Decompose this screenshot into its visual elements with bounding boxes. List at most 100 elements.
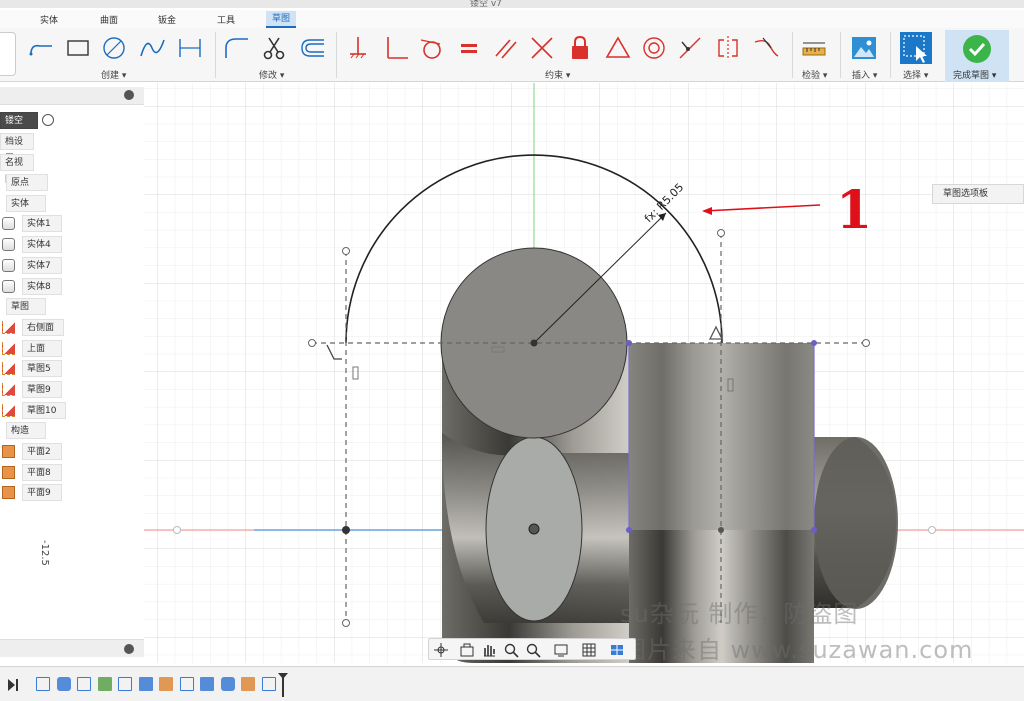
grid-settings-icon[interactable] [581,642,597,658]
zoom-icon[interactable] [503,642,519,658]
browser-item-sketches[interactable]: 草图 [6,298,46,315]
timeline-body-icon[interactable] [220,677,235,691]
timeline-sketch-icon[interactable] [118,677,132,691]
sketch-canvas[interactable]: fx: R5.05 [144,83,1024,663]
add-icon[interactable] [124,644,134,654]
browser-item-top-face[interactable]: 上面 [22,340,62,357]
timeline-fillet-icon[interactable] [159,677,173,691]
timeline-body-icon[interactable] [56,677,71,691]
perpendicular-icon[interactable] [382,34,410,62]
timeline [0,666,1024,701]
midpoint-icon[interactable] [528,34,556,62]
create-group-label[interactable]: 创建 ▾ [101,68,126,81]
timeline-sketch-icon[interactable] [179,677,194,691]
triangle-constraint-icon[interactable] [604,34,632,62]
browser-item-right-face[interactable]: 右侧面 [22,319,64,336]
offset-icon[interactable] [298,34,326,62]
browser-document-node[interactable]: 镂空 v7 [0,112,38,143]
browser-item-origin[interactable]: 原点 [6,174,48,191]
finish-sketch-button[interactable]: 完成草图 ▾ [945,30,1009,82]
insert-group-label[interactable]: 插入 ▾ [852,68,877,81]
browser-item-doc-settings[interactable]: 档设置 [0,133,34,164]
sketch-icon[interactable] [2,321,15,334]
play-end-icon[interactable] [8,679,18,691]
timeline-combine-icon[interactable] [138,677,153,691]
plane-icon[interactable] [2,445,15,458]
equal-icon[interactable] [455,34,483,62]
sketch-icon[interactable] [2,362,15,375]
browser-item-plane-2[interactable]: 平面2 [22,443,62,460]
body-icon[interactable] [2,280,15,293]
body-icon[interactable] [2,259,15,272]
browser-item-body-1[interactable]: 实体1 [22,215,62,232]
activate-radio-icon[interactable] [42,114,54,126]
timeline-combine-icon[interactable] [200,677,214,691]
measure-ruler-icon[interactable] [800,34,828,62]
fix-constraint-icon[interactable] [344,34,372,62]
tangent-icon[interactable] [418,34,446,62]
body-icon[interactable] [2,238,15,251]
plane-icon[interactable] [2,486,15,499]
spline-icon[interactable] [138,34,166,62]
browser-item-plane-9[interactable]: 平面9 [22,484,62,501]
insert-image-icon[interactable] [850,34,878,62]
rectangle-icon[interactable] [64,34,92,62]
browser-item-body-7[interactable]: 实体7 [22,257,62,274]
pan-hand-icon[interactable] [481,642,497,658]
sketch-icon[interactable] [2,342,15,355]
browser-header [0,87,144,105]
navigation-bar [428,638,636,660]
sketch-icon[interactable] [2,404,15,417]
timeline-marker-icon[interactable] [278,673,288,697]
browser-item-body-8[interactable]: 实体8 [22,278,62,295]
zoom-window-icon[interactable] [525,642,541,658]
body-icon[interactable] [2,217,15,230]
plane-icon[interactable] [2,466,15,479]
tab-sketch[interactable]: 草图 [266,11,297,28]
browser-item-construction[interactable]: 构造 [6,422,46,439]
browser-item-plane-8[interactable]: 平面8 [22,464,62,481]
browser-item-sketch-10[interactable]: 草图10 [22,402,66,419]
concentric-icon[interactable] [640,34,668,62]
data-panel-toggle[interactable] [0,32,16,76]
sketch-palette-label: 草图选项板 [943,189,989,199]
display-settings-icon[interactable] [553,642,569,658]
timeline-sketch-icon[interactable] [261,677,276,691]
tab-solid[interactable]: 实体 [40,13,58,26]
modify-group-label[interactable]: 修改 ▾ [259,68,284,81]
collapse-icon[interactable] [124,90,134,100]
viewports-icon[interactable] [609,642,625,658]
browser-item-bodies[interactable]: 实体 [6,195,46,212]
parallel-icon[interactable] [492,34,520,62]
browser-item-body-4[interactable]: 实体4 [22,236,62,253]
timeline-sketch-icon[interactable] [77,677,91,691]
fillet-icon[interactable] [222,34,250,62]
browser-item-sketch-9[interactable]: 草图9 [22,381,62,398]
lock-icon[interactable] [566,34,594,62]
sketch-icon[interactable] [2,383,15,396]
look-at-icon[interactable] [459,642,475,658]
tab-tools[interactable]: 工具 [217,13,235,26]
divider [792,32,793,78]
inspect-group-label[interactable]: 检验 ▾ [802,68,827,81]
timeline-fillet-icon[interactable] [241,677,255,691]
select-group-label[interactable]: 选择 ▾ [903,68,928,81]
select-arrow-icon[interactable] [900,32,932,64]
orbit-icon[interactable] [433,642,449,658]
trim-scissors-icon[interactable] [260,34,288,62]
curvature-icon[interactable] [752,34,780,62]
circle-icon[interactable] [100,34,128,62]
browser-item-named-views[interactable]: 名视图 [0,154,34,185]
tab-surface[interactable]: 曲面 [100,13,118,26]
timeline-revolve-icon[interactable] [97,677,112,691]
document-title: 镂空 v7 [470,0,502,9]
dimension-icon[interactable] [176,34,204,62]
coincident-icon[interactable] [676,34,704,62]
symmetry-icon[interactable] [714,34,742,62]
arc-line-icon[interactable] [28,34,56,62]
sketch-palette-panel[interactable]: 草图选项板 [932,184,1024,204]
constraints-group-label[interactable]: 约束 ▾ [545,68,570,81]
timeline-sketch-icon[interactable] [36,677,50,691]
browser-item-sketch-5[interactable]: 草图5 [22,360,62,377]
tab-sheet-metal[interactable]: 钣金 [158,13,176,26]
